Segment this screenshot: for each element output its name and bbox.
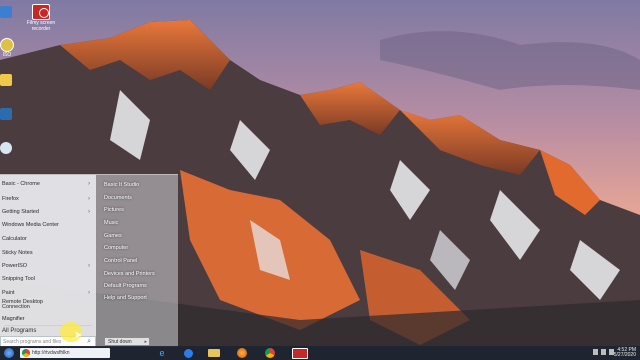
submenu-arrow-icon: › — [88, 209, 90, 215]
program-label: Remote Desktop Connection — [2, 299, 43, 310]
taskbar-button-chrome[interactable] — [258, 347, 282, 359]
recorder-icon — [292, 347, 308, 359]
program-item[interactable]: PowerISO › — [2, 261, 94, 271]
disc-icon — [0, 38, 14, 52]
right-item-label: Pictures — [104, 207, 124, 213]
desktop-shortcut-iso[interactable]: ISO — [0, 38, 14, 58]
taskbar-button-media[interactable] — [176, 347, 200, 359]
start-menu: Basic - Chrome › Firefox › Getting Started… — [0, 174, 178, 347]
program-label: Calculator — [2, 236, 27, 242]
program-label: Getting Started — [2, 209, 39, 215]
right-item-label: Devices and Printers — [104, 271, 155, 277]
folder-icon[interactable] — [0, 74, 12, 86]
program-item[interactable]: Sticky Notes — [2, 248, 94, 258]
start-menu-programs-pane: Basic - Chrome › Firefox › Getting Started… — [0, 175, 96, 347]
tray-network-icon[interactable] — [601, 349, 606, 355]
program-item[interactable]: Magnifier — [2, 314, 94, 324]
desktop-shortcut-label: Filmy screen recorder — [26, 20, 56, 32]
search-icon[interactable]: ⌕ — [87, 338, 91, 346]
taskbar-address-bar[interactable]: http://rtvdwsfhlkn — [20, 348, 110, 358]
globe-icon[interactable] — [0, 142, 12, 154]
start-right-item-default-programs[interactable]: Default Programs — [104, 281, 147, 291]
program-item[interactable]: Calculator — [2, 234, 94, 244]
right-item-label: Help and Support — [104, 295, 147, 301]
shutdown-label: Shut down — [108, 338, 132, 345]
tray-flag-icon[interactable] — [593, 349, 598, 355]
taskbar: http://rtvdwsfhlkn e 4:52 PM 5/27/2020 — [0, 346, 640, 360]
program-label: PowerISO — [2, 263, 28, 269]
address-text: http://rtvdwsfhlkn — [32, 350, 70, 356]
program-label: Snipping Tool — [2, 276, 35, 282]
program-item[interactable]: Getting Started › — [2, 207, 94, 217]
firefox-icon — [237, 348, 247, 358]
chrome-icon — [265, 348, 275, 358]
program-label: Magnifier — [2, 316, 25, 322]
desktop-app-icon[interactable] — [0, 6, 12, 18]
mouse-cursor-icon: ➤ — [74, 330, 83, 341]
right-item-label: Music — [104, 220, 119, 226]
program-label: Paint — [2, 290, 15, 296]
program-item[interactable]: Basic - Chrome › — [2, 179, 94, 189]
desktop-shortcut-label: ISO — [2, 52, 12, 58]
right-item-label: Computer — [104, 245, 129, 251]
program-label: Basic - Chrome — [2, 181, 40, 187]
submenu-arrow-icon: › — [88, 181, 90, 187]
program-item[interactable]: Paint › — [2, 288, 94, 298]
right-item-label: Basic It Studio — [104, 182, 140, 188]
folder-icon — [208, 349, 220, 357]
program-label: Sticky Notes — [2, 250, 33, 256]
program-item[interactable]: Windows Media Center — [2, 220, 94, 230]
media-player-icon — [183, 348, 193, 358]
recorder-icon — [32, 4, 50, 20]
taskbar-button-explorer[interactable] — [202, 347, 226, 359]
taskbar-button-recorder[interactable] — [288, 347, 312, 359]
program-item[interactable]: Remote Desktop Connection — [2, 299, 94, 311]
right-item-label: Games — [104, 233, 122, 239]
taskbar-button-firefox[interactable] — [230, 347, 254, 359]
program-label: Firefox — [2, 196, 19, 202]
start-right-item-music[interactable]: Music — [104, 218, 118, 228]
system-tray — [593, 349, 614, 355]
clock[interactable]: 4:52 PM 5/27/2020 — [614, 348, 636, 358]
start-right-item-devices[interactable]: Devices and Printers — [104, 269, 155, 279]
start-button[interactable] — [2, 347, 16, 359]
shutdown-button[interactable]: Shut down ▸ — [104, 337, 150, 346]
taskbar-button-ie[interactable]: e — [150, 347, 174, 359]
start-right-item-games[interactable]: Games — [104, 231, 122, 241]
desktop-app-icon[interactable] — [0, 108, 12, 120]
start-right-item-help[interactable]: Help and Support — [104, 293, 147, 303]
windows-orb-icon — [4, 348, 14, 358]
search-placeholder: Search programs and files — [3, 338, 62, 345]
start-right-item-user[interactable]: Basic It Studio — [104, 180, 139, 190]
start-right-item-control-panel[interactable]: Control Panel — [104, 256, 137, 266]
right-item-label: Control Panel — [104, 258, 138, 264]
all-programs-label: All Programs — [2, 327, 37, 334]
program-item[interactable]: Snipping Tool — [2, 274, 94, 284]
chrome-icon — [22, 349, 30, 357]
program-item[interactable]: Firefox › — [2, 194, 94, 204]
right-item-label: Documents — [104, 195, 132, 201]
shutdown-options-icon[interactable]: ▸ — [144, 339, 147, 345]
clock-date: 5/27/2020 — [613, 352, 636, 358]
right-item-label: Default Programs — [104, 283, 147, 289]
submenu-arrow-icon: › — [88, 196, 90, 202]
start-right-item-computer[interactable]: Computer — [104, 243, 128, 253]
submenu-arrow-icon: › — [88, 263, 90, 269]
desktop-shortcut-recorder[interactable]: Filmy screen recorder — [26, 4, 56, 32]
start-right-item-documents[interactable]: Documents — [104, 193, 132, 203]
submenu-arrow-icon: › — [88, 290, 90, 296]
program-label: Windows Media Center — [2, 222, 59, 228]
internet-explorer-icon: e — [159, 348, 165, 358]
start-right-item-pictures[interactable]: Pictures — [104, 205, 124, 215]
